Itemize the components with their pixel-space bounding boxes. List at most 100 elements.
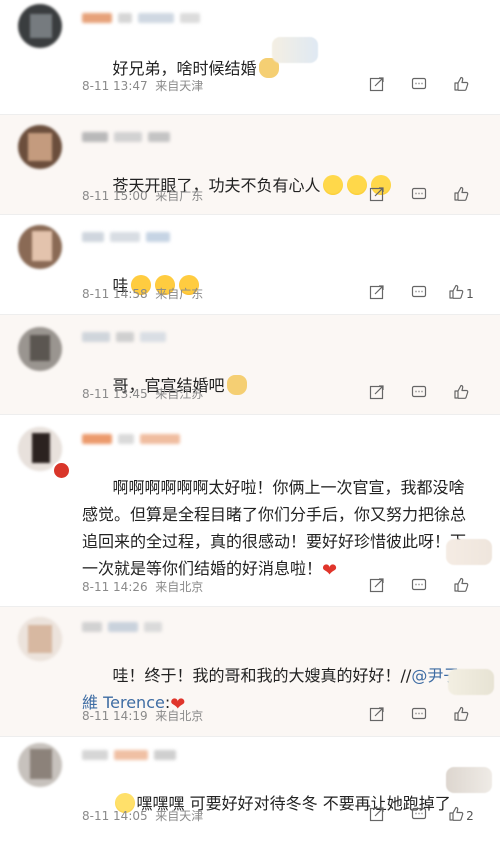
share-button[interactable]: [356, 284, 398, 304]
comment-icon: [411, 706, 427, 726]
comment-item: 苍天开眼了，功夫不负有心人 8-11 15:00 来自广东: [0, 115, 500, 215]
like-count: 1: [466, 287, 474, 301]
share-icon: [369, 384, 385, 404]
comment-actions: [356, 76, 482, 96]
comment-item: 啊啊啊啊啊啊太好啦！你俩上一次官宣，我都没啥感觉。但算是全程目睹了你们分手后，你…: [0, 415, 500, 607]
comment-actions: 2: [356, 806, 482, 826]
comment-feed: 好兄弟，啥时候结婚 8-11 13:47 来自天津 苍天开眼了，功夫不负有心人 …: [0, 0, 500, 835]
comment-location: 来自广东: [155, 287, 204, 301]
share-icon: [369, 186, 385, 206]
comment-button[interactable]: [398, 577, 440, 597]
avatar[interactable]: [18, 225, 62, 269]
comment-body: 啊啊啊啊啊啊太好啦！你俩上一次官宣，我都没啥感觉。但算是全程目睹了你们分手后，你…: [82, 478, 467, 578]
username[interactable]: [82, 429, 222, 444]
username[interactable]: [82, 327, 222, 342]
comment-item: 哥，官宣结婚吧 8-11 13:45 来自江苏: [0, 315, 500, 415]
share-button[interactable]: [356, 577, 398, 597]
comment-icon: [411, 806, 427, 826]
username[interactable]: [82, 745, 222, 760]
comment-button[interactable]: [398, 706, 440, 726]
comment-button[interactable]: [398, 76, 440, 96]
comment-text: 哇！终于！我的哥和我的大嫂真的好好！//@尹子維 Terence:❤: [82, 635, 472, 745]
like-icon: [448, 284, 464, 304]
comment-button[interactable]: [398, 384, 440, 404]
avatar[interactable]: [18, 4, 62, 48]
share-icon: [369, 577, 385, 597]
comment-meta: 8-11 14:26 来自北京: [82, 578, 203, 595]
share-icon: [369, 706, 385, 726]
like-button[interactable]: 1: [440, 284, 482, 304]
share-button[interactable]: [356, 76, 398, 96]
heart-icon: ❤: [322, 560, 338, 581]
comment-item: 哇！终于！我的哥和我的大嫂真的好好！//@尹子維 Terence:❤ 8-11 …: [0, 607, 500, 737]
comment-item: 嘿嘿嘿 可要好好对待冬冬 不要再让她跑掉了 8-11 14:05 来自天津 2: [0, 737, 500, 835]
comment-location: 来自天津: [155, 79, 204, 93]
comment-meta: 8-11 14:58 来自广东: [82, 285, 203, 302]
crying-emoji-icon: [322, 175, 343, 195]
like-icon: [453, 186, 469, 206]
like-icon: [448, 806, 464, 826]
like-button[interactable]: 2: [440, 806, 482, 826]
comment-meta: 8-11 13:47 来自天津: [82, 77, 203, 94]
comment-meta: 8-11 14:19 来自北京: [82, 707, 203, 724]
comment-body: 好兄弟，啥时候结婚: [112, 59, 257, 78]
share-icon: [369, 806, 385, 826]
comment-button[interactable]: [398, 186, 440, 206]
avatar[interactable]: [18, 743, 62, 787]
comment-item: 好兄弟，啥时候结婚 8-11 13:47 来自天津: [0, 0, 500, 115]
comment-location: 来自北京: [155, 580, 204, 594]
like-icon: [453, 384, 469, 404]
member-badge: [52, 461, 71, 480]
comment-time: 8-11 15:00: [82, 189, 148, 203]
like-button[interactable]: [440, 706, 482, 726]
share-button[interactable]: [356, 806, 398, 826]
like-button[interactable]: [440, 186, 482, 206]
like-icon: [453, 76, 469, 96]
comment-location: 来自江苏: [155, 387, 204, 401]
comment-button[interactable]: [398, 806, 440, 826]
like-icon: [453, 577, 469, 597]
like-button[interactable]: [440, 76, 482, 96]
like-icon: [453, 706, 469, 726]
avatar[interactable]: [18, 327, 62, 371]
share-icon: [369, 76, 385, 96]
username[interactable]: [82, 227, 222, 242]
comment-time: 8-11 13:47: [82, 79, 148, 93]
username[interactable]: [82, 127, 222, 142]
comment-item: 哇 8-11 14:58 来自广东 1: [0, 215, 500, 315]
comment-icon: [411, 384, 427, 404]
comment-actions: [356, 186, 482, 206]
dog-emoji-icon: [226, 375, 247, 395]
avatar[interactable]: [18, 125, 62, 169]
comment-actions: [356, 577, 482, 597]
comment-location: 来自广东: [155, 189, 204, 203]
share-button[interactable]: [356, 384, 398, 404]
comment-actions: [356, 706, 482, 726]
like-button[interactable]: [440, 577, 482, 597]
username[interactable]: [82, 617, 222, 632]
username[interactable]: [82, 8, 222, 23]
comment-time: 8-11 14:58: [82, 287, 148, 301]
comment-actions: 1: [356, 284, 482, 304]
comment-button[interactable]: [398, 284, 440, 304]
sticker-icon: [448, 669, 494, 695]
like-count: 2: [466, 809, 474, 823]
like-button[interactable]: [440, 384, 482, 404]
comment-time: 8-11 13:45: [82, 387, 148, 401]
share-button[interactable]: [356, 186, 398, 206]
comment-time: 8-11 14:26: [82, 580, 148, 594]
sticker-icon: [446, 767, 492, 793]
comment-meta: 8-11 15:00 来自广东: [82, 187, 203, 204]
sticker-icon: [272, 37, 318, 63]
share-button[interactable]: [356, 706, 398, 726]
comment-location: 来自北京: [155, 709, 204, 723]
comment-icon: [411, 284, 427, 304]
comment-time: 8-11 14:05: [82, 809, 148, 823]
comment-meta: 8-11 13:45 来自江苏: [82, 385, 203, 402]
comment-text: 嘿嘿嘿 可要好好对待冬冬 不要再让她跑掉了: [82, 763, 482, 844]
comment-actions: [356, 384, 482, 404]
avatar[interactable]: [18, 617, 62, 661]
comment-icon: [411, 186, 427, 206]
sticker-icon: [446, 539, 492, 565]
comment-icon: [411, 577, 427, 597]
